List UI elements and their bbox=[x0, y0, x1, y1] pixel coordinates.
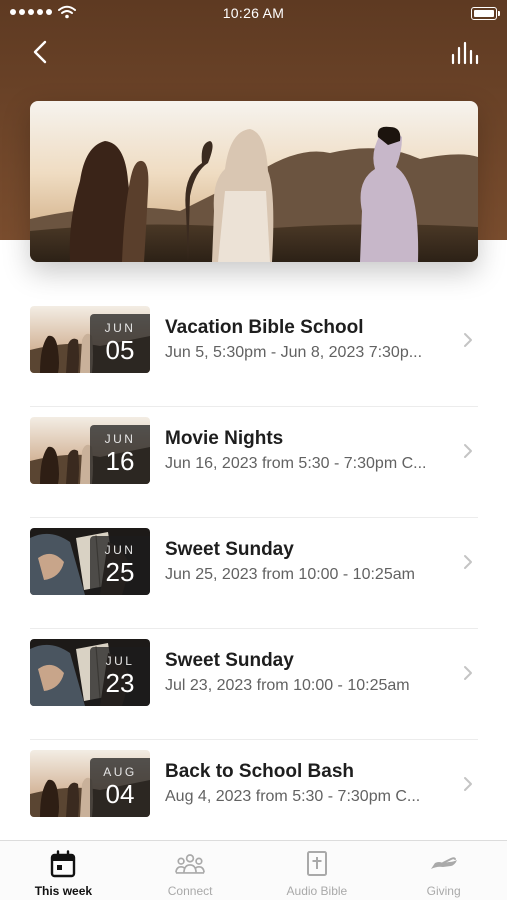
event-title: Movie Nights bbox=[165, 428, 284, 449]
event-row[interactable]: AUG 04 Back to School Bash Aug 4, 2023 f… bbox=[30, 740, 478, 851]
date-month: JUN bbox=[104, 543, 136, 557]
tab-label: This week bbox=[34, 884, 93, 898]
status-time: 10:26 AM bbox=[222, 5, 285, 21]
date-day: 23 bbox=[105, 668, 135, 698]
chevron-right-icon bbox=[464, 333, 472, 347]
date-month: JUL bbox=[105, 654, 135, 668]
tab-audio-bible[interactable]: Audio Bible bbox=[254, 841, 381, 900]
tab-giving[interactable]: Giving bbox=[380, 841, 507, 900]
chevron-right-icon bbox=[464, 444, 472, 458]
event-datetime: Jul 23, 2023 from 10:00 - 10:25am bbox=[165, 677, 410, 694]
event-thumbnail: JUN 16 bbox=[30, 417, 150, 484]
date-badge: JUL 23 bbox=[90, 647, 150, 706]
audio-levels-button[interactable] bbox=[447, 38, 483, 68]
event-row[interactable]: JUN 25 Sweet Sunday Jun 25, 2023 from 10… bbox=[30, 518, 478, 629]
chevron-right-icon bbox=[464, 555, 472, 569]
event-row[interactable]: JUN 16 Movie Nights Jun 16, 2023 from 5:… bbox=[30, 407, 478, 518]
audio-levels-icon bbox=[451, 41, 479, 65]
event-thumbnail: JUL 23 bbox=[30, 639, 150, 706]
date-day: 16 bbox=[105, 446, 135, 476]
chevron-right-icon bbox=[464, 666, 472, 680]
event-datetime: Jun 25, 2023 from 10:00 - 10:25am bbox=[165, 566, 415, 583]
date-month: JUN bbox=[104, 432, 136, 446]
event-list: JUN 05 Vacation Bible School Jun 5, 5:30… bbox=[30, 296, 478, 851]
event-datetime: Aug 4, 2023 from 5:30 - 7:30pm C... bbox=[165, 788, 421, 805]
tab-this-week[interactable]: This week bbox=[0, 841, 127, 900]
event-title: Sweet Sunday bbox=[165, 539, 294, 560]
events-screen: 10:26 AM JUN 05 Vacation Bible School Ju… bbox=[0, 0, 507, 900]
tab-connect[interactable]: Connect bbox=[127, 841, 254, 900]
tab-label: Connect bbox=[167, 884, 213, 898]
people-icon bbox=[175, 850, 206, 878]
event-datetime: Jun 5, 5:30pm - Jun 8, 2023 7:30p... bbox=[165, 344, 423, 361]
date-day: 25 bbox=[105, 557, 135, 587]
status-bar: 10:26 AM bbox=[0, 0, 507, 28]
date-badge: JUN 16 bbox=[90, 425, 150, 484]
date-month: JUN bbox=[104, 321, 136, 335]
back-button[interactable] bbox=[24, 36, 56, 68]
calendar-icon bbox=[48, 850, 78, 878]
date-day: 04 bbox=[105, 779, 135, 809]
event-row[interactable]: JUN 05 Vacation Bible School Jun 5, 5:30… bbox=[30, 296, 478, 407]
event-title: Vacation Bible School bbox=[165, 317, 364, 338]
date-badge: JUN 25 bbox=[90, 536, 150, 595]
hero-image bbox=[30, 101, 478, 262]
event-row[interactable]: JUL 23 Sweet Sunday Jul 23, 2023 from 10… bbox=[30, 629, 478, 740]
tab-bar: This week Connect Audio Bible Giving bbox=[0, 840, 507, 900]
date-badge: AUG 04 bbox=[90, 758, 150, 817]
event-title: Back to School Bash bbox=[165, 761, 354, 782]
date-day: 05 bbox=[105, 335, 135, 365]
battery-icon bbox=[471, 7, 500, 20]
tab-label: Giving bbox=[426, 884, 461, 898]
chevron-right-icon bbox=[464, 777, 472, 791]
event-datetime: Jun 16, 2023 from 5:30 - 7:30pm C... bbox=[165, 455, 427, 472]
tab-label: Audio Bible bbox=[286, 884, 348, 898]
date-badge: JUN 05 bbox=[90, 314, 150, 373]
chevron-left-icon bbox=[33, 40, 47, 64]
bible-icon bbox=[302, 850, 332, 878]
event-title: Sweet Sunday bbox=[165, 650, 294, 671]
event-thumbnail: JUN 05 bbox=[30, 306, 150, 373]
event-thumbnail: JUN 25 bbox=[30, 528, 150, 595]
event-thumbnail: AUG 04 bbox=[30, 750, 150, 817]
giving-hand-icon bbox=[429, 850, 459, 878]
date-month: AUG bbox=[103, 765, 137, 779]
